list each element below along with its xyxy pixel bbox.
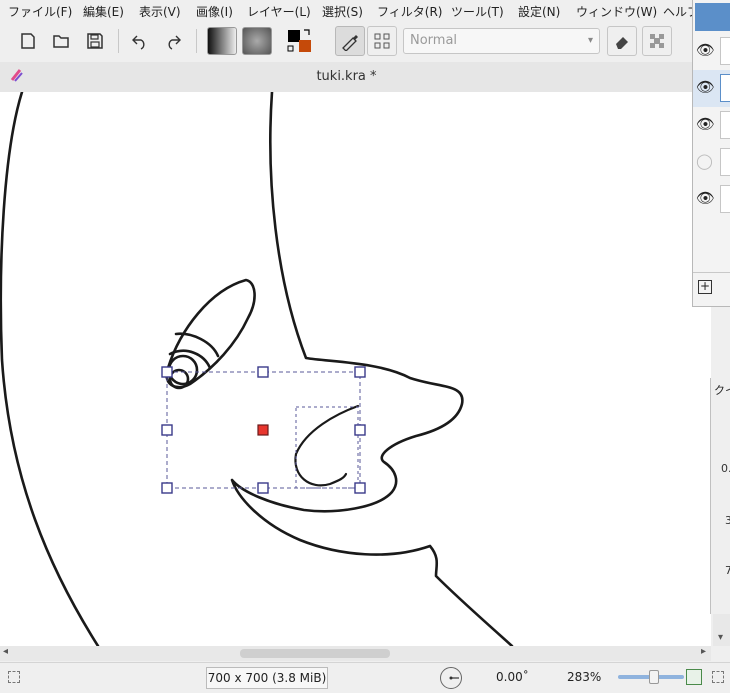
- zoom-value[interactable]: 283%: [567, 670, 601, 684]
- layers-panel-header: [695, 3, 730, 31]
- add-layer-icon[interactable]: +: [698, 280, 712, 294]
- rotation-dial-icon[interactable]: [440, 667, 462, 689]
- mouth-stroke: [294, 404, 360, 487]
- layer-thumbnail: [720, 37, 730, 65]
- pattern-icon[interactable]: [242, 27, 272, 55]
- eye-icon[interactable]: 👁: [696, 189, 715, 207]
- main-toolbar: Normal ▾: [0, 22, 730, 60]
- menu-select[interactable]: 選択(S): [322, 3, 363, 20]
- scroll-right-icon[interactable]: ▸: [701, 646, 706, 657]
- transform-center-handle: [257, 424, 269, 436]
- color-swap-icon[interactable]: [285, 26, 315, 56]
- layer-thumbnail: [720, 111, 730, 139]
- quick-value-label: 3: [725, 514, 730, 527]
- layers-panel: 👁 👁 👁 ◯ 👁 +: [692, 0, 730, 307]
- gradient-icon[interactable]: [207, 27, 237, 55]
- menu-edit[interactable]: 編集(E): [83, 3, 124, 20]
- transform-handle-b: [257, 482, 269, 494]
- selection-mode-icon[interactable]: [8, 671, 20, 683]
- transform-handle-br: [354, 482, 366, 494]
- horizontal-scrollbar[interactable]: ◂ ▸: [0, 646, 711, 661]
- head-outline-stroke: [230, 92, 514, 646]
- transform-handle-tr: [354, 366, 366, 378]
- menu-filter[interactable]: フィルタ(R): [377, 3, 442, 20]
- menu-window[interactable]: ウィンドウ(W): [576, 3, 657, 20]
- menu-settings[interactable]: 設定(N): [518, 3, 560, 20]
- quick-settings-panel: クイ 0. 3 7: [710, 378, 730, 614]
- menu-file[interactable]: ファイル(F): [8, 3, 72, 20]
- eye-icon[interactable]: 👁: [696, 41, 715, 59]
- panel-divider: [693, 272, 730, 273]
- menu-layer[interactable]: レイヤー(L): [247, 3, 311, 20]
- transform-handle-l: [161, 424, 173, 436]
- redo-icon[interactable]: [158, 26, 188, 56]
- image-size-label[interactable]: 700 x 700 (3.8 MiB): [206, 667, 328, 689]
- rotation-value[interactable]: 0.00˚: [496, 670, 529, 684]
- menu-tools[interactable]: ツール(T): [451, 3, 504, 20]
- blend-mode-value: Normal: [410, 33, 458, 48]
- transform-handle-bl: [161, 482, 173, 494]
- artwork-svg: [0, 92, 514, 646]
- undo-icon[interactable]: [125, 26, 155, 56]
- horizontal-scroll-thumb[interactable]: [240, 649, 390, 658]
- transform-handle-t: [257, 366, 269, 378]
- menu-view[interactable]: 表示(V): [139, 3, 181, 20]
- toolbar-separator: [196, 29, 197, 53]
- layer-thumbnail: [720, 185, 730, 213]
- layer-thumbnail: [720, 74, 730, 102]
- layer-row[interactable]: ◯: [693, 144, 730, 181]
- drawing-canvas[interactable]: [0, 92, 711, 646]
- layer-row[interactable]: 👁: [693, 107, 730, 144]
- scroll-down-icon[interactable]: ▾: [718, 632, 723, 643]
- transform-handle-r: [354, 424, 366, 436]
- toolbar-separator: [118, 29, 119, 53]
- scroll-left-icon[interactable]: ◂: [3, 646, 8, 657]
- outer-curve-stroke: [0, 92, 100, 646]
- menu-image[interactable]: 画像(I): [196, 3, 233, 20]
- quick-panel-title: クイ: [714, 384, 730, 397]
- eraser-icon[interactable]: [607, 26, 637, 56]
- save-icon[interactable]: [80, 26, 110, 56]
- new-document-icon[interactable]: [13, 26, 43, 56]
- open-folder-icon[interactable]: [46, 26, 76, 56]
- alpha-lock-icon[interactable]: [642, 26, 672, 56]
- quick-value-label: 7: [725, 564, 730, 577]
- document-title[interactable]: tuki.kra *: [0, 69, 693, 84]
- fit-to-view-icon[interactable]: [686, 669, 702, 685]
- menu-bar: ファイル(F) 編集(E) 表示(V) 画像(I) レイヤー(L) 選択(S) …: [0, 0, 730, 22]
- document-tab-bar: tuki.kra *: [0, 62, 693, 93]
- horn-band-stroke-2: [168, 349, 212, 370]
- eye-icon[interactable]: 👁: [696, 78, 715, 96]
- layer-row-selected[interactable]: 👁: [693, 70, 730, 107]
- transform-handle-tl: [161, 366, 173, 378]
- zoom-slider-thumb[interactable]: [648, 670, 659, 684]
- chevron-down-icon: ▾: [587, 35, 593, 46]
- layer-row[interactable]: 👁: [693, 33, 730, 70]
- blend-mode-select[interactable]: Normal ▾: [403, 28, 600, 54]
- status-bar: 700 x 700 (3.8 MiB) 0.00˚ 283%: [0, 662, 730, 693]
- layer-thumbnail: [720, 148, 730, 176]
- quick-value-label: 0.: [721, 462, 730, 475]
- brush-preset-icon[interactable]: [335, 26, 365, 56]
- layer-row[interactable]: 👁: [693, 181, 730, 218]
- brush-settings-icon[interactable]: [367, 26, 397, 56]
- eye-icon[interactable]: 👁: [696, 115, 715, 133]
- resize-grip-icon: [712, 671, 724, 683]
- eye-hidden-icon[interactable]: ◯: [696, 152, 713, 170]
- zoom-slider[interactable]: [618, 670, 684, 684]
